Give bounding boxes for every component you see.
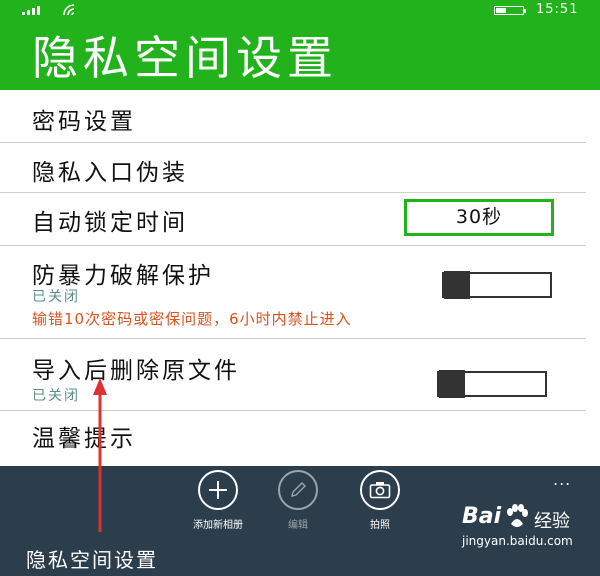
status-bar: 15:51 [0, 0, 600, 22]
watermark-brand: Bai [462, 504, 502, 529]
plus-icon [198, 470, 238, 510]
take-photo-label: 拍照 [370, 520, 390, 531]
toggle-knob [444, 271, 470, 299]
battery-icon [494, 6, 526, 15]
page-header: 隐私空间设置 [0, 22, 600, 90]
setting-brute-force-label: 防暴力破解保护 [32, 263, 214, 289]
wifi-icon [63, 4, 75, 16]
more-options-button[interactable]: ... [553, 470, 571, 489]
status-time: 15:51 [536, 2, 579, 17]
setting-tips-label: 温馨提示 [32, 426, 136, 452]
brute-force-toggle[interactable] [442, 271, 552, 299]
pencil-icon [278, 470, 318, 510]
red-arrow-annotation [93, 378, 107, 532]
camera-icon [360, 470, 400, 510]
edit-button[interactable]: 编辑 [263, 470, 333, 531]
watermark-url: jingyan.baidu.com [462, 534, 573, 548]
setting-tips[interactable]: 温馨提示 [0, 411, 586, 465]
setting-disguise[interactable]: 隐私入口伪装 [0, 143, 586, 193]
setting-auto-lock-label: 自动锁定时间 [32, 210, 188, 236]
delete-after-import-toggle[interactable] [437, 370, 547, 398]
baidu-paw-icon [507, 504, 528, 527]
setting-password[interactable]: 密码设置 [0, 90, 586, 143]
page-title: 隐私空间设置 [32, 31, 338, 85]
setting-password-label: 密码设置 [32, 109, 136, 135]
signal-bars-icon [22, 6, 40, 15]
baidu-jingyan-watermark: Bai 经验 jingyan.baidu.com [462, 504, 580, 554]
annotation-caption: 隐私空间设置 [26, 548, 158, 572]
setting-delete-label: 导入后删除原文件 [32, 358, 240, 384]
brute-force-warning: 输错10次密码或密保问题，6小时内禁止进入 [32, 310, 352, 328]
take-photo-button[interactable]: 拍照 [345, 470, 415, 531]
brute-force-status: 已关闭 [32, 289, 80, 305]
delete-after-import-status: 已关闭 [32, 388, 80, 404]
setting-disguise-label: 隐私入口伪装 [32, 160, 188, 186]
add-album-label: 添加新相册 [193, 520, 243, 531]
auto-lock-select[interactable]: 30秒 [404, 199, 554, 236]
toggle-knob [439, 370, 465, 398]
edit-label: 编辑 [288, 520, 308, 531]
add-album-button[interactable]: 添加新相册 [183, 470, 253, 531]
watermark-jingyan: 经验 [534, 511, 570, 532]
